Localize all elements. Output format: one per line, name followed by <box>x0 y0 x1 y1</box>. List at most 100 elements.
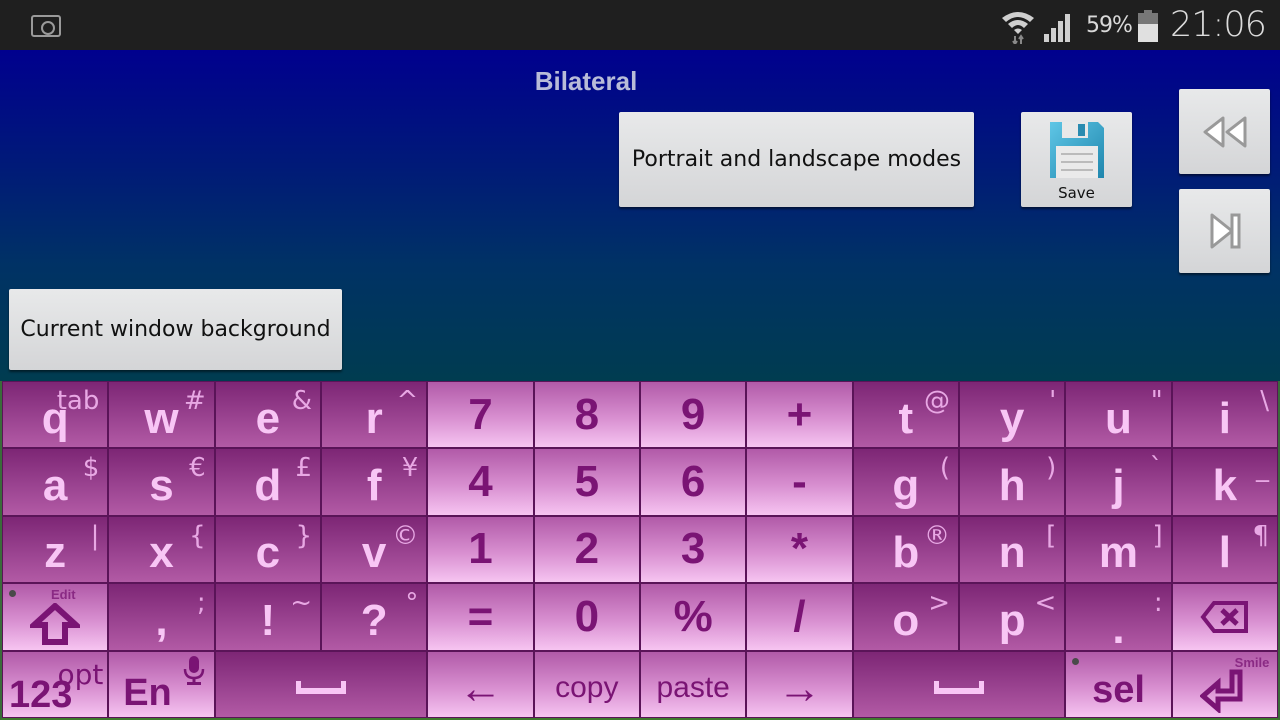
key-label: % <box>673 591 713 641</box>
skip-to-end-icon <box>1210 213 1240 249</box>
key-t[interactable]: t @ <box>852 381 959 449</box>
key-a[interactable]: a $ <box>2 448 109 516</box>
key-p[interactable]: p < <box>959 583 1066 651</box>
rewind-button[interactable] <box>1179 89 1270 174</box>
key-z[interactable]: z | <box>2 515 109 584</box>
key-top-label: Smile <box>1234 654 1270 670</box>
key-alt-label: ' <box>1049 386 1057 416</box>
key-symbol[interactable]: ? ° <box>321 583 428 651</box>
key-5[interactable]: 5 <box>533 448 640 516</box>
key-3[interactable]: 3 <box>640 515 747 584</box>
key-e[interactable]: e & <box>214 381 321 449</box>
key-space[interactable] <box>214 650 428 718</box>
key-m[interactable]: m] <box>1065 515 1172 584</box>
key-paste[interactable]: paste <box>640 650 747 718</box>
key-symbol[interactable]: .: <box>1065 583 1172 651</box>
key-symbol[interactable]: ,; <box>108 583 215 651</box>
key-n[interactable]: n[ <box>959 515 1066 584</box>
key-x[interactable]: x{ <box>108 515 215 584</box>
key-1[interactable]: 1 <box>427 515 534 584</box>
key-u[interactable]: u " <box>1065 381 1172 449</box>
key-b[interactable]: b ® <box>852 515 959 584</box>
key-alt-label: ¥ <box>401 453 419 484</box>
key-7[interactable]: 7 <box>427 381 534 449</box>
key-h[interactable]: h) <box>959 448 1066 516</box>
key-symbol[interactable]: - <box>746 448 853 516</box>
key-enter[interactable]: Smile <box>1171 650 1278 718</box>
window-background-button[interactable]: Current window background <box>9 289 342 370</box>
key-alt-label: € <box>189 453 206 484</box>
skip-to-end-button[interactable] <box>1179 189 1270 273</box>
key-symbol[interactable]: + <box>746 381 853 449</box>
key-c[interactable]: c} <box>214 515 321 584</box>
key-space[interactable] <box>852 650 1066 718</box>
key-2[interactable]: 2 <box>533 515 640 584</box>
key-g[interactable]: g( <box>852 448 959 516</box>
key-symbol[interactable]: = <box>427 583 534 651</box>
save-label: Save <box>1058 183 1095 202</box>
key-l[interactable]: l ¶ <box>1171 515 1278 584</box>
key-y[interactable]: y ' <box>959 381 1066 449</box>
key-shift[interactable]: Edit <box>2 583 109 651</box>
key-label: 0 <box>574 591 600 641</box>
key-alt-label: $ <box>82 453 100 484</box>
key-alt-label: & <box>291 386 312 416</box>
key-symbol[interactable]: ! ~ <box>214 583 321 651</box>
key-symbol[interactable]: / <box>746 583 853 651</box>
key-6[interactable]: 6 <box>640 448 747 516</box>
microphone-icon <box>182 655 206 691</box>
key-s[interactable]: s € <box>108 448 215 516</box>
key-o[interactable]: o > <box>852 583 959 651</box>
key-alt-label: \ <box>1260 386 1269 416</box>
key-alt-label: £ <box>295 453 312 484</box>
key-4[interactable]: 4 <box>427 448 534 516</box>
clock: 21:06 <box>1170 5 1267 45</box>
key-f[interactable]: f ¥ <box>321 448 428 516</box>
key-label: 6 <box>680 457 706 507</box>
key-d[interactable]: d £ <box>214 448 321 516</box>
key-v[interactable]: v © <box>321 515 428 584</box>
key-label: → <box>777 664 822 714</box>
key-symbol[interactable]: → <box>746 650 853 718</box>
key-label: ← <box>458 664 503 714</box>
battery-icon <box>1138 10 1158 42</box>
key-label: paste <box>656 671 730 705</box>
key-alt-label: ® <box>923 520 950 551</box>
key-top-label: Edit <box>51 587 76 603</box>
key-alt-label: @ <box>923 386 950 416</box>
key-0[interactable]: 0 <box>533 583 640 651</box>
key-copy[interactable]: copy <box>533 650 640 718</box>
key-8[interactable]: 8 <box>533 381 640 449</box>
key-9[interactable]: 9 <box>640 381 747 449</box>
wifi-icon <box>1002 12 1034 44</box>
key-alt-label: { <box>189 520 206 551</box>
enter-icon <box>1199 669 1243 714</box>
key-label: 4 <box>468 457 493 507</box>
key-w[interactable]: w # <box>108 381 215 449</box>
on-screen-keyboard: q tab w # e & r ^ 7 8 9 + t @ y ' u " i \ a $ s € d £ f ¥ 4 5 6 - g(h) j `… <box>0 381 1280 720</box>
key-j[interactable]: j ` <box>1065 448 1172 516</box>
signal-icon <box>1044 14 1070 42</box>
key-backspace[interactable] <box>1171 583 1278 651</box>
key-i[interactable]: i \ <box>1171 381 1278 449</box>
key-glyph <box>1173 584 1277 649</box>
space-icon <box>933 681 984 695</box>
key-symbol[interactable]: % <box>640 583 747 651</box>
app-content: Bilateral Portrait and landscape modes S… <box>0 50 1280 381</box>
key-alt-label: " <box>1150 386 1163 416</box>
backspace-icon <box>1200 600 1248 633</box>
key-k[interactable]: k _ <box>1171 448 1278 516</box>
key-alt-label: ; <box>196 588 206 619</box>
portrait-landscape-button[interactable]: Portrait and landscape modes <box>619 112 974 207</box>
key-sel[interactable]: sel <box>1065 650 1172 718</box>
key-microphone[interactable]: En <box>108 650 215 718</box>
key-r[interactable]: r ^ <box>321 381 428 449</box>
key-alt-label: _ <box>1255 453 1269 484</box>
key-q[interactable]: q tab <box>2 381 109 449</box>
save-button[interactable]: Save <box>1021 112 1132 207</box>
key-label: - <box>792 457 807 507</box>
key-symbol[interactable]: ← <box>427 650 534 718</box>
key-123[interactable]: 123 opt <box>2 650 109 718</box>
key-glyph <box>216 652 427 717</box>
key-symbol[interactable]: * <box>746 515 853 584</box>
